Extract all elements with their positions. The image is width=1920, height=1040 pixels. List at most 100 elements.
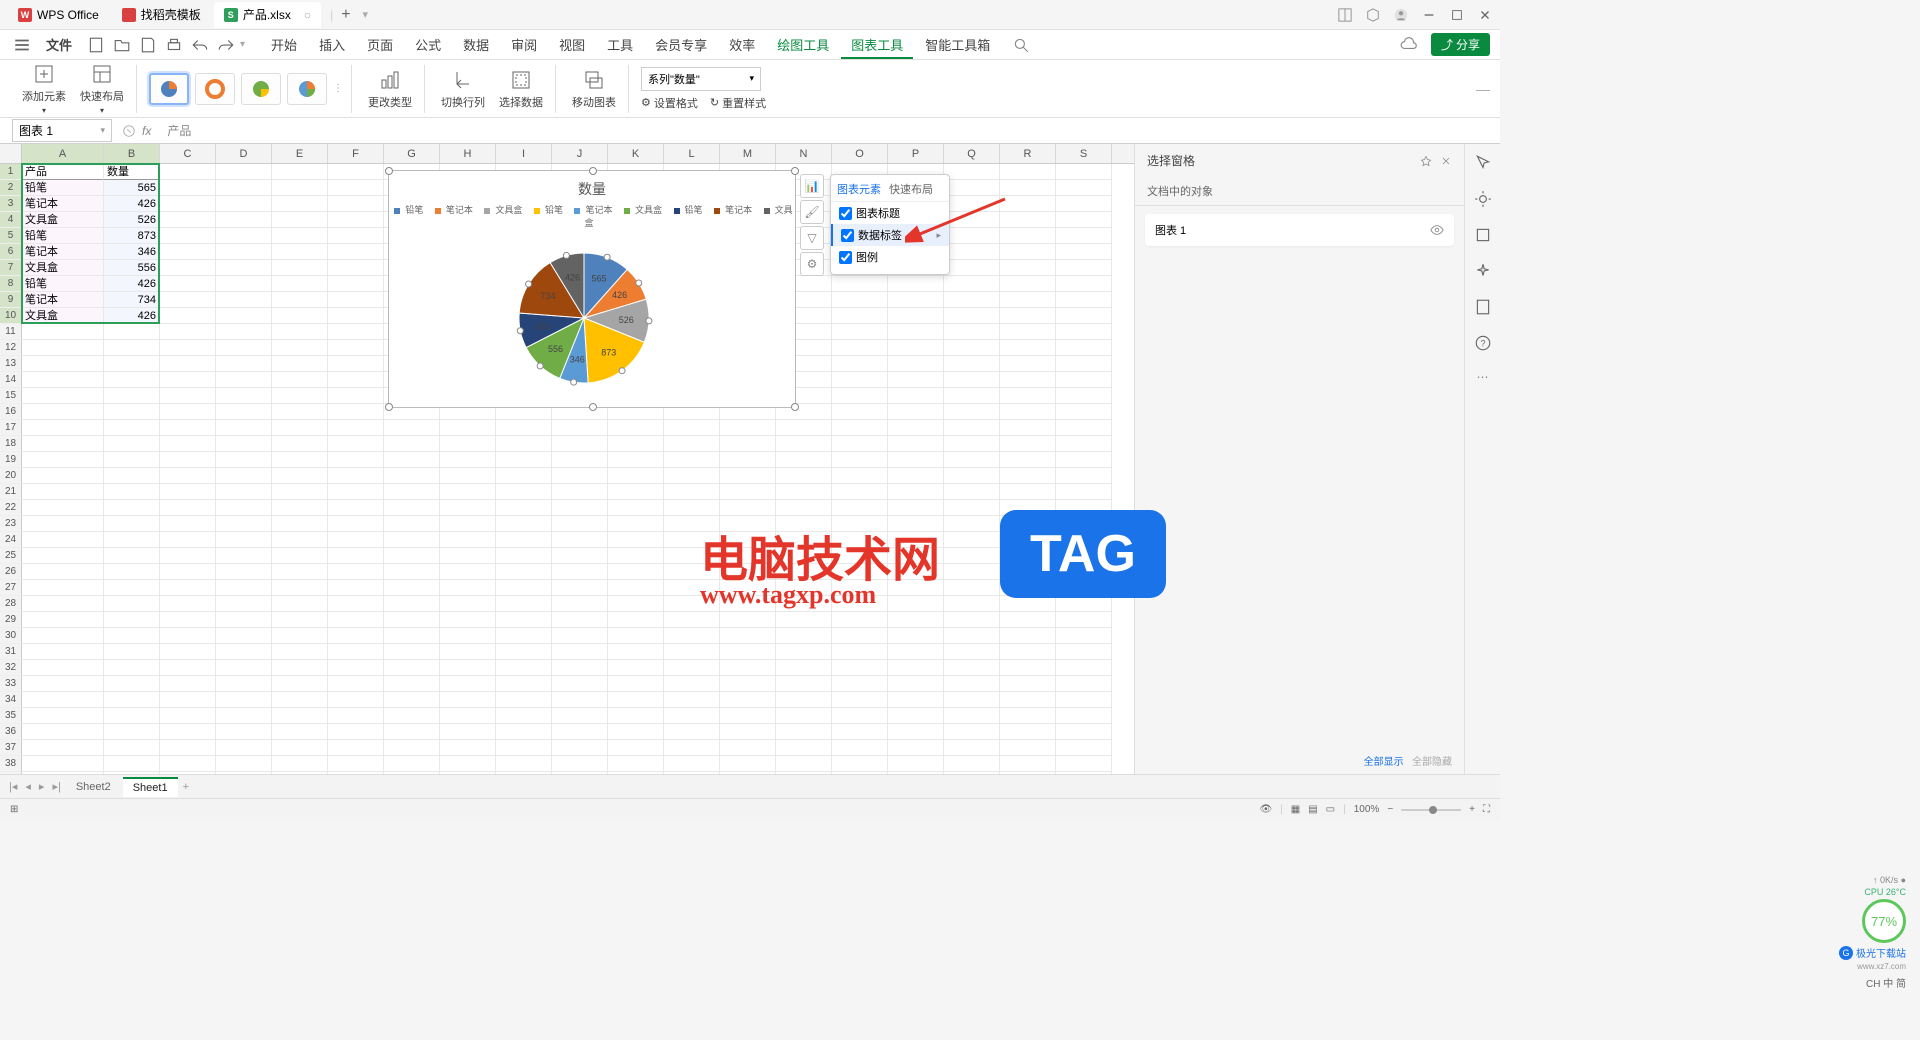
menu-draw-tools[interactable]: 绘图工具 [767,31,839,58]
maximize-icon[interactable] [1450,8,1464,22]
col-header[interactable]: S [1056,144,1112,163]
menu-page[interactable]: 页面 [357,31,403,58]
popup-item-legend[interactable]: 图例 [831,246,949,268]
col-header[interactable]: C [160,144,216,163]
visibility-icon[interactable] [1430,223,1444,237]
series-select[interactable]: 系列"数量"▾ [641,67,761,91]
new-icon[interactable] [87,36,105,54]
undo-icon[interactable] [191,36,209,54]
sheet-nav-first[interactable]: |◂ [6,780,20,793]
tab-dao[interactable]: 找稻壳模板 [112,2,211,28]
print-icon[interactable] [165,36,183,54]
chart-style-button[interactable]: 🖌 [800,200,824,224]
popup-tab-elements[interactable]: 图表元素 [837,181,881,197]
menu-chart-tools[interactable]: 图表工具 [841,31,913,59]
sheet-area[interactable]: A B C D E F G H I J K L M N O P Q R S 1产… [0,144,1134,774]
col-header[interactable]: Q [944,144,1000,163]
show-all-link[interactable]: 全部显示 [1364,757,1404,768]
view-pagebreak-icon[interactable]: ▤ [1308,804,1317,815]
hamburger-icon[interactable] [13,36,31,54]
chart-style-4[interactable] [287,73,327,105]
close-icon[interactable] [1478,8,1492,22]
col-header[interactable]: K [608,144,664,163]
select-all-corner[interactable] [0,144,22,163]
perf-circle[interactable]: 77% [1862,899,1906,943]
col-header[interactable]: F [328,144,384,163]
chart-style-2[interactable] [195,73,235,105]
col-header[interactable]: P [888,144,944,163]
col-header[interactable]: J [552,144,608,163]
data-labels-checkbox[interactable] [841,229,854,242]
menu-efficiency[interactable]: 效率 [719,31,765,58]
col-header[interactable]: O [832,144,888,163]
change-type-button[interactable]: 更改类型 [364,66,416,112]
tab-add[interactable]: + [333,6,358,24]
sheet-tab-add[interactable]: + [180,781,192,793]
sheet-tab-2[interactable]: Sheet2 [66,778,121,796]
share-button[interactable]: ⤴分享 [1431,33,1490,56]
menu-data[interactable]: 数据 [453,31,499,58]
tab-file[interactable]: S产品.xlsx○ [214,2,321,28]
move-chart-button[interactable]: 移动图表 [568,66,620,112]
col-header[interactable]: M [720,144,776,163]
popup-tab-layout[interactable]: 快速布局 [889,181,933,197]
col-header[interactable]: N [776,144,832,163]
chart-settings-button[interactable]: ⚙ [800,252,824,276]
save-icon[interactable] [139,36,157,54]
chart-elements-button[interactable]: 📊 [800,174,824,198]
settings-icon[interactable] [1474,190,1492,208]
chart-legend[interactable]: 铅笔 笔记本 文具盒 铅笔 笔记本 文具盒 铅笔 笔记本 文具盒 [389,199,795,233]
open-icon[interactable] [113,36,131,54]
select-data-button[interactable]: 选择数据 [495,66,547,112]
sparkle-icon[interactable] [1474,262,1492,280]
chart-style-3[interactable] [241,73,281,105]
formula-input[interactable]: 产品 [161,122,1500,139]
chart-title-checkbox[interactable] [839,207,852,220]
view-pagelayout-icon[interactable]: ▭ [1326,804,1335,815]
menu-smart-tools[interactable]: 智能工具箱 [915,31,1000,58]
minimize-icon[interactable] [1422,8,1436,22]
sheet-nav-prev[interactable]: ◂ [22,780,34,793]
view-normal-icon[interactable]: ▦ [1291,804,1300,815]
pie-chart[interactable]: 565426526873346556426734426 [389,233,797,413]
col-header[interactable]: I [496,144,552,163]
name-box[interactable]: 图表 1▾ [12,119,112,142]
help-icon[interactable]: ? [1474,334,1492,352]
menu-start[interactable]: 开始 [261,31,307,58]
close-icon[interactable] [1440,155,1452,167]
menu-file[interactable]: 文件 [36,31,82,58]
cancel-fx-icon[interactable] [122,124,136,138]
add-element-button[interactable]: 添加元素▾ [18,60,70,117]
pin-icon[interactable] [1420,155,1432,167]
sheet-nav-next[interactable]: ▸ [36,780,48,793]
reset-style-link[interactable]: ↻重置样式 [710,95,766,111]
chart-style-1[interactable] [149,73,189,105]
col-header[interactable]: A [22,144,104,163]
layout-icon[interactable] [1338,8,1352,22]
menu-review[interactable]: 审阅 [501,31,547,58]
menu-view[interactable]: 视图 [549,31,595,58]
chart-filter-button[interactable]: ▽ [800,226,824,250]
view-eye-icon[interactable]: 👁 [1259,804,1272,815]
col-header[interactable]: B [104,144,160,163]
col-header[interactable]: G [384,144,440,163]
sheet-tab-1[interactable]: Sheet1 [123,777,178,797]
col-header[interactable]: E [272,144,328,163]
redo-icon[interactable] [217,36,235,54]
legend-checkbox[interactable] [839,251,852,264]
pane-object-item[interactable]: 图表 1 [1145,214,1454,246]
zoom-out[interactable]: − [1387,804,1393,815]
zoom-in[interactable]: + [1469,804,1475,815]
layers-icon[interactable] [1474,226,1492,244]
zoom-value[interactable]: 100% [1354,804,1380,815]
set-format-link[interactable]: ⚙设置格式 [641,95,698,111]
ribbon-collapse[interactable]: — [1476,81,1490,97]
col-header[interactable]: H [440,144,496,163]
avatar-icon[interactable] [1394,8,1408,22]
col-header[interactable]: L [664,144,720,163]
popup-item-title[interactable]: 图表标题 [831,202,949,224]
quick-layout-button[interactable]: 快速布局▾ [76,60,128,117]
menu-insert[interactable]: 插入 [309,31,355,58]
chart-object[interactable]: 数量 铅笔 笔记本 文具盒 铅笔 笔记本 文具盒 铅笔 笔记本 文具盒 5654… [388,170,796,408]
fx-icon[interactable]: fx [142,124,151,138]
